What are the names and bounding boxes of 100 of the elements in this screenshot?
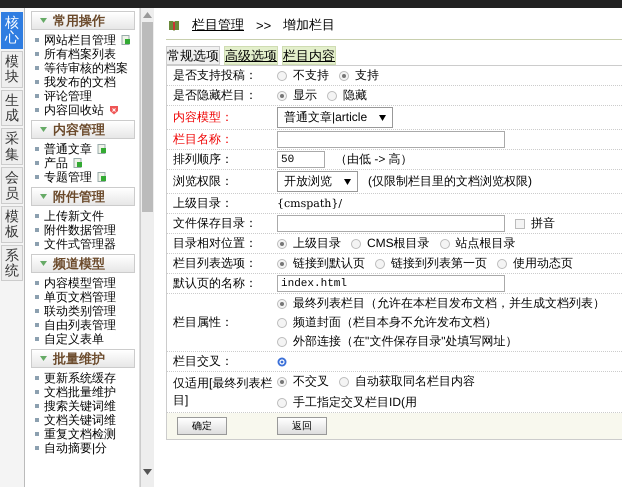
tab[interactable]: 高级选项 [224,46,278,65]
add-icon[interactable] [97,144,107,154]
radio-button[interactable] [375,258,385,268]
section-header[interactable]: 附件管理 [31,187,135,206]
menu-item[interactable]: 文档关键词维 [44,413,116,427]
section-title: 批量维护 [53,350,105,368]
checkbox-option[interactable]: 拼音 [515,215,555,232]
vertical-tab[interactable]: 核心 [1,12,23,49]
menu-item[interactable]: 搜索关键词维 [44,399,116,413]
vertical-tab[interactable]: 会员 [1,167,23,204]
select-field[interactable]: 普通文章|article [277,107,394,128]
bullet-icon [35,323,39,327]
radio-option[interactable]: 站点根目录 [440,235,516,252]
menu-item[interactable]: 上传新文件 [44,209,104,223]
input-field[interactable]: index.html [277,275,505,292]
radio-option[interactable]: CMS根目录 [351,235,430,252]
menu-item[interactable]: 网站栏目管理 [44,33,116,47]
radio-button[interactable] [277,258,287,268]
radio-option[interactable]: 隐藏 [327,87,367,104]
scroll-down-icon[interactable] [143,469,152,475]
radio-option[interactable]: 手工指定交叉栏目ID(用 [277,394,417,411]
menu-item[interactable]: 自由列表管理 [44,318,116,332]
scroll-thumb[interactable] [142,22,153,212]
radio-button[interactable] [277,376,287,386]
radio-option[interactable]: 自动获取同名栏目内容 [339,373,475,390]
menu-item[interactable]: 所有档案列表 [44,47,116,61]
radio-option[interactable]: 使用动态页 [497,255,573,272]
radio-option[interactable]: 外部连接（在"文件保存目录"处填写网址） [277,333,605,350]
radio-button[interactable] [277,398,287,408]
menu-item[interactable]: 自定义表单 [44,332,104,346]
section-header[interactable]: 批量维护 [31,349,135,368]
input-field[interactable]: 50 [277,151,325,168]
radio-option[interactable]: 支持 [339,67,379,84]
menu-item[interactable]: 单页文档管理 [44,290,116,304]
menu-item[interactable]: 等待审核的档案 [44,61,128,75]
scrollbar[interactable] [140,8,154,487]
radio-button[interactable] [440,238,450,248]
menu-item[interactable]: 文件式管理器 [44,237,116,251]
select-field[interactable]: 开放浏览 [277,171,358,192]
radio-option[interactable]: 显示 [277,87,317,104]
section-header[interactable]: 频道模型 [31,254,135,273]
radio-button[interactable] [277,238,287,248]
radio-button[interactable] [351,238,361,248]
radio-button[interactable] [277,318,287,328]
menu-item[interactable]: 更新系统缓存 [44,371,116,385]
menu-item[interactable]: 普通文章 [44,142,92,156]
radio-option[interactable]: 不支持 [277,67,329,84]
form-button[interactable]: 返回 [277,417,327,435]
radio-option[interactable]: 不交叉 [277,373,329,390]
input-field[interactable] [277,215,505,232]
vertical-tab[interactable]: 模板 [1,206,23,243]
radio-button[interactable] [339,376,349,386]
tab[interactable]: 栏目内容 [282,46,336,65]
delete-icon[interactable] [109,105,119,115]
radio-button[interactable] [277,298,287,308]
input-field[interactable] [277,131,505,148]
field-label: 浏览权限： [173,173,234,190]
menu-item[interactable]: 文档批量维护 [44,385,116,399]
menu-item[interactable]: 联动类别管理 [44,304,116,318]
vertical-tab[interactable]: 模块 [1,50,23,88]
add-icon[interactable] [97,172,107,182]
menu-item[interactable]: 内容模型管理 [44,276,116,290]
menu-item[interactable]: 评论管理 [44,89,92,103]
field-label: 默认页的名称： [173,275,258,292]
checkbox[interactable] [515,218,525,228]
section-header[interactable]: 内容管理 [31,120,135,139]
radio-button[interactable] [327,90,337,100]
radio-button[interactable] [497,258,507,268]
breadcrumb-link[interactable]: 栏目管理 [192,16,244,34]
add-icon[interactable] [73,158,83,168]
tab[interactable]: 常规选项 [166,46,220,65]
radio-button[interactable] [277,90,287,100]
menu-item[interactable]: 附件数据管理 [44,223,116,237]
vertical-tab[interactable]: 系统 [1,244,23,282]
vertical-tab[interactable]: 生成 [1,90,23,126]
form-button[interactable]: 确定 [177,417,227,435]
radio-button[interactable] [339,70,349,80]
radio-option[interactable]: 频道封面（栏目本身不允许发布文档） [277,314,605,331]
menu-item[interactable]: 我发布的文档 [44,75,116,89]
section-title: 内容管理 [53,120,105,138]
menu-item[interactable]: 专题管理 [44,170,92,184]
section-header[interactable]: 常用操作 [31,11,135,30]
scroll-up-icon[interactable] [143,12,152,18]
radio-option[interactable]: 链接到列表第一页 [375,255,487,272]
radio-option[interactable]: 最终列表栏目（允许在本栏目发布文档，并生成文档列表） [277,295,605,312]
caret-icon [40,18,47,23]
menu-item[interactable]: 内容回收站 [44,103,104,117]
vertical-tab[interactable]: 采集 [1,128,23,166]
radio-option[interactable]: 上级目录 [277,235,341,252]
field-label: 仅适用[最终列表栏目] [173,375,274,409]
help-icon[interactable] [277,356,287,366]
caret-icon [40,194,47,199]
menu-item[interactable]: 产品 [44,156,68,170]
bullet-icon [35,404,39,408]
radio-button[interactable] [277,70,287,80]
add-icon[interactable] [121,35,131,45]
menu-item[interactable]: 重复文档检测 [44,427,116,441]
menu-item[interactable]: 自动摘要|分 [44,441,108,455]
radio-option[interactable]: 链接到默认页 [277,255,365,272]
radio-button[interactable] [277,336,287,346]
